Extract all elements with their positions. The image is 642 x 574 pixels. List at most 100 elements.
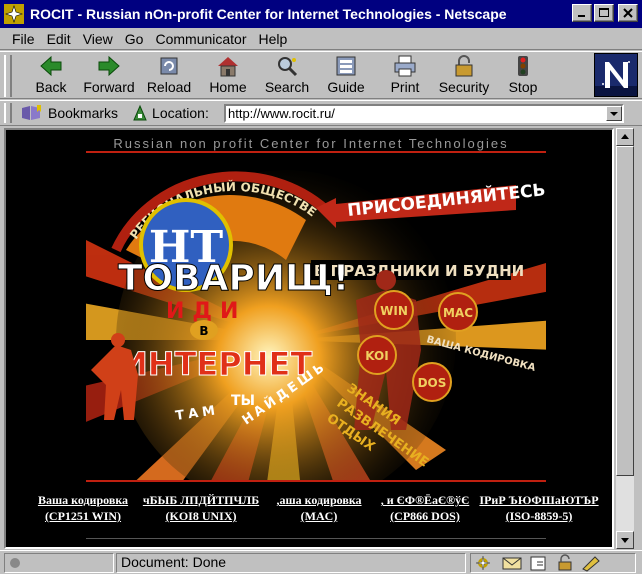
menu-edit[interactable]: Edit xyxy=(41,31,77,47)
poster-banner[interactable]: РЕГИОНАЛЬНЫЙ ОБЩЕСТВЕННЫЙ ЦЕНТР ИНТЕРНЕТ… xyxy=(86,150,546,480)
bookmarks-label: Bookmarks xyxy=(48,105,119,121)
progress-cell xyxy=(4,553,114,573)
location-label-group: Location: xyxy=(132,104,209,122)
site-tagline: Russian non profit Center for Internet T… xyxy=(113,136,509,151)
composer-icon xyxy=(530,556,546,571)
location-label: Location: xyxy=(152,105,209,121)
encoding-link-line2: (ISO-8859-5) xyxy=(505,509,573,523)
edit-pen-icon xyxy=(582,556,600,572)
stop-icon xyxy=(518,56,528,76)
close-icon xyxy=(623,8,633,18)
vertical-scrollbar[interactable] xyxy=(616,128,634,549)
chevron-down-icon xyxy=(610,112,618,116)
encoding-link-cp866[interactable]: , и ЄФ®ЁаЄ®ўЄ (CP866 DOS) xyxy=(360,492,490,524)
toolbar-grip[interactable] xyxy=(4,55,12,97)
minimize-button[interactable] xyxy=(572,4,592,22)
forward-label: Forward xyxy=(83,79,135,95)
reload-icon xyxy=(160,57,178,75)
home-button[interactable]: Home xyxy=(199,54,257,98)
page-proxy-icon[interactable] xyxy=(132,104,148,122)
reload-button[interactable]: Reload xyxy=(140,54,198,98)
security-label: Security xyxy=(438,79,490,95)
encoding-link-line1: ІРиР ЪЮФШаЮТЪР xyxy=(479,493,599,507)
stop-button[interactable]: Stop xyxy=(494,54,552,98)
menu-go[interactable]: Go xyxy=(119,31,150,47)
scroll-down-icon xyxy=(621,538,629,543)
encoding-link-line1: чБЫБ ЛПДЙТПЧЛБ xyxy=(142,493,260,507)
close-button[interactable] xyxy=(618,4,638,22)
internet-slogan: ИНТЕРНЕТ xyxy=(121,345,312,383)
forward-button[interactable]: Forward xyxy=(80,54,138,98)
badge-win: WIN xyxy=(380,304,408,318)
search-icon xyxy=(278,57,298,77)
netscape-n-icon xyxy=(595,54,637,96)
status-text-cell: Document: Done xyxy=(116,553,466,573)
bookmarks-button[interactable]: Bookmarks xyxy=(20,104,118,122)
badge-mac: MAC xyxy=(443,306,473,320)
forward-arrow-icon xyxy=(98,55,120,77)
home-icon xyxy=(218,57,238,77)
footer-divider xyxy=(86,538,546,539)
badge-koi: KOI xyxy=(365,349,388,363)
back-label: Back xyxy=(35,79,67,95)
menu-help[interactable]: Help xyxy=(253,31,294,47)
status-text: Document: Done xyxy=(121,554,227,570)
scroll-up-button[interactable] xyxy=(616,128,634,146)
lock-icon xyxy=(455,55,473,77)
menu-file[interactable]: File xyxy=(6,31,41,47)
search-label: Search xyxy=(264,79,310,95)
stop-label: Stop xyxy=(508,79,538,95)
maximize-button[interactable] xyxy=(594,4,614,22)
menu-bar: File Edit View Go Communicator Help xyxy=(0,28,642,50)
mail-icon xyxy=(502,557,522,570)
title-bar: ROCIT - Russian nOn-profit Center for In… xyxy=(0,0,642,28)
encoding-link-iso8859[interactable]: ІРиР ЪЮФШаЮТЪР (ISO-8859-5) xyxy=(474,492,604,524)
scroll-down-button[interactable] xyxy=(616,531,634,549)
security-button[interactable]: Security xyxy=(435,54,493,98)
navigator-icon xyxy=(475,555,491,571)
security-lock-icon xyxy=(558,554,572,571)
reload-label: Reload xyxy=(146,79,192,95)
url-text: http://www.rocit.ru/ xyxy=(228,106,335,121)
encoding-link-line2: (CP1251 WIN) xyxy=(44,509,122,523)
encoding-link-line1: Ваша кодировка xyxy=(37,493,129,507)
printer-icon xyxy=(394,55,416,77)
netscape-app-icon xyxy=(4,4,24,24)
menu-view[interactable]: View xyxy=(77,31,119,47)
encoding-link-koi8[interactable]: чБЫБ ЛПДЙТПЧЛБ (KOI8 UNIX) xyxy=(136,492,266,524)
window-title: ROCIT - Russian nOn-profit Center for In… xyxy=(30,6,507,22)
connection-icon xyxy=(10,558,20,568)
print-button[interactable]: Print xyxy=(376,54,434,98)
back-button[interactable]: Back xyxy=(22,54,80,98)
print-label: Print xyxy=(390,79,420,95)
comrade-slogan: ТОВАРИЩ! xyxy=(118,258,349,299)
component-icons xyxy=(475,554,600,572)
location-toolbar: Bookmarks Location: http://www.rocit.ru/ xyxy=(0,100,642,126)
scroll-thumb[interactable] xyxy=(616,146,634,476)
guide-icon xyxy=(336,56,356,76)
menu-communicator[interactable]: Communicator xyxy=(149,31,252,47)
home-label: Home xyxy=(209,79,247,95)
guide-label: Guide xyxy=(327,79,365,95)
guide-button[interactable]: Guide xyxy=(317,54,375,98)
encoding-link-cp1251[interactable]: Ваша кодировка (CP1251 WIN) xyxy=(18,492,148,524)
back-arrow-icon xyxy=(40,55,62,77)
maximize-icon xyxy=(599,8,609,17)
badge-dos: DOS xyxy=(418,376,447,390)
encoding-link-line1: , и ЄФ®ЁаЄ®ўЄ xyxy=(380,493,470,507)
encoding-link-line2: (CP866 DOS) xyxy=(390,509,460,523)
scroll-up-icon xyxy=(621,134,629,139)
minimize-icon xyxy=(578,15,585,17)
navigation-toolbar: Back Forward Reload Home Search Guide Pr… xyxy=(0,51,642,99)
search-button[interactable]: Search xyxy=(258,54,316,98)
url-input[interactable]: http://www.rocit.ru/ xyxy=(224,104,624,123)
status-bar: Document: Done xyxy=(0,550,642,574)
links-divider xyxy=(86,480,546,482)
component-bar xyxy=(470,553,636,573)
bookmarks-icon xyxy=(22,105,41,120)
page-content: Russian non profit Center for Internet T… xyxy=(4,128,614,549)
location-toolbar-grip[interactable] xyxy=(4,103,12,123)
encoding-link-line2: (KOI8 UNIX) xyxy=(165,509,237,523)
url-history-dropdown[interactable] xyxy=(606,106,622,121)
netscape-logo[interactable] xyxy=(594,53,638,97)
